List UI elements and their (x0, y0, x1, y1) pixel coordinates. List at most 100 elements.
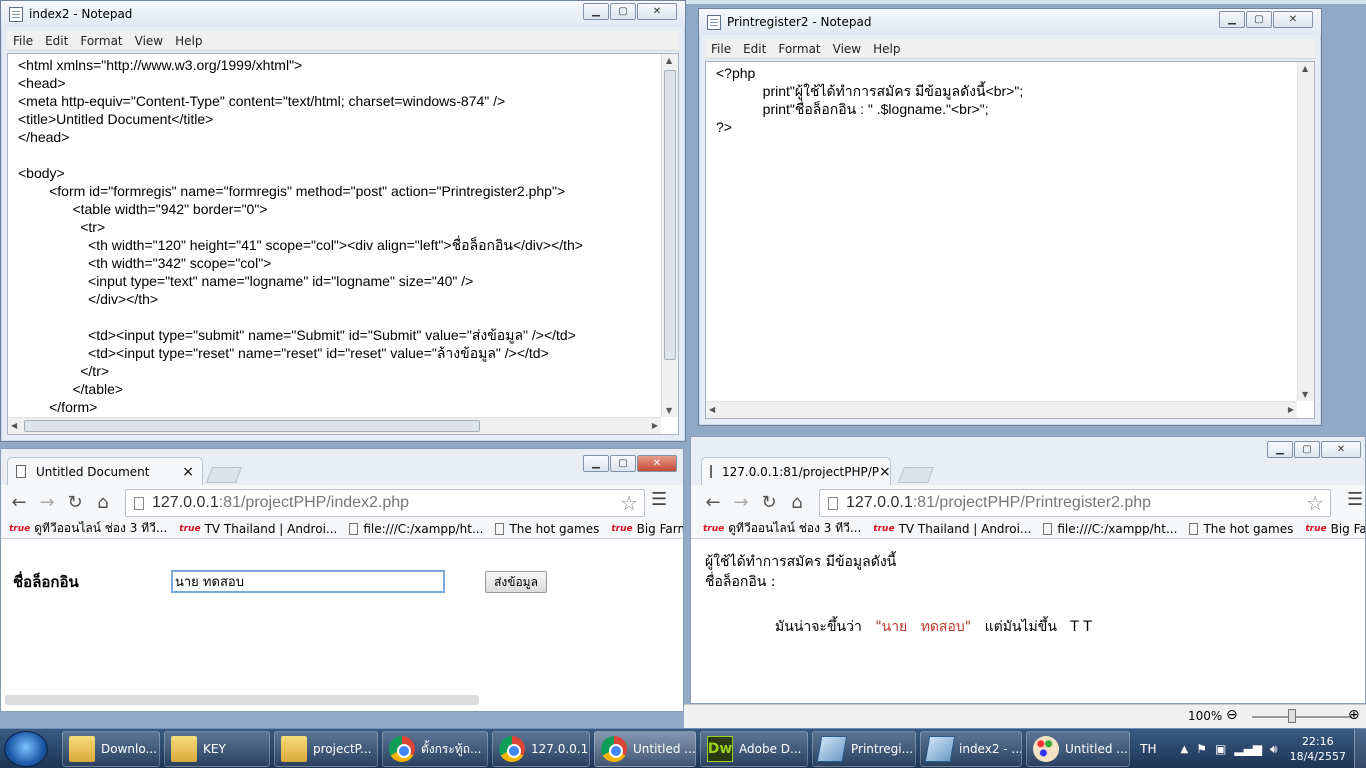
back-arrow-icon[interactable]: ← (699, 492, 727, 513)
scroll-left-icon[interactable]: ◀ (11, 421, 17, 430)
device-icon[interactable]: ▣ (1215, 742, 1226, 756)
bookmark-item[interactable]: trueBig Farm (1305, 522, 1365, 536)
close-button[interactable]: ✕ (637, 3, 677, 20)
close-button[interactable]: ✕ (1321, 441, 1361, 458)
scroll-right-icon[interactable]: ▶ (652, 421, 658, 430)
vertical-scrollbar[interactable]: ▲ ▼ (661, 54, 678, 417)
maximize-button[interactable]: ▢ (1246, 11, 1272, 28)
bookmark-item[interactable]: file:///C:/xampp/ht... (349, 522, 483, 536)
new-tab-button[interactable] (898, 467, 934, 483)
zoom-out-icon[interactable]: ⊖ (1226, 707, 1238, 723)
forward-arrow-icon[interactable]: → (33, 492, 61, 513)
address-bar[interactable]: 127.0.0.1:81/projectPHP/Printregister2.p… (819, 489, 1331, 517)
menu-file[interactable]: File (7, 34, 39, 48)
scroll-down-icon[interactable]: ▼ (666, 406, 672, 415)
taskbar-item[interactable]: Dw Adobe D... (700, 731, 808, 767)
reload-icon[interactable]: ↻ (61, 492, 89, 513)
text-editor-area[interactable]: <?php print"ผู้ใช้ได้ทำการสมัคร มีข้อมูล… (705, 61, 1315, 419)
bookmark-item[interactable]: true TV Thailand | Androi... (179, 522, 337, 536)
reload-icon[interactable]: ↻ (755, 492, 783, 513)
language-indicator[interactable]: TH (1140, 742, 1156, 756)
new-tab-button[interactable] (206, 467, 242, 483)
code-text[interactable]: <html xmlns="http://www.w3.org/1999/xhtm… (18, 56, 583, 416)
horizontal-scrollbar[interactable]: ◀ ▶ (706, 401, 1297, 418)
scroll-left-icon[interactable]: ◀ (709, 405, 715, 414)
maximize-button[interactable]: ▢ (610, 3, 636, 20)
volume-icon[interactable]: 🔊︎ (1270, 742, 1278, 757)
address-bar[interactable]: 127.0.0.1:81/projectPHP/index2.php ☆ (125, 489, 645, 517)
zoom-slider-handle[interactable] (1288, 709, 1296, 723)
bookmark-star-icon[interactable]: ☆ (620, 491, 638, 516)
menu-view[interactable]: View (827, 42, 867, 56)
tab-close-icon[interactable]: × (182, 464, 194, 480)
forward-arrow-icon[interactable]: → (727, 492, 755, 513)
clock[interactable]: 22:16 18/4/2557 (1290, 734, 1346, 764)
bookmark-star-icon[interactable]: ☆ (1306, 491, 1324, 516)
home-icon[interactable]: ⌂ (783, 492, 811, 513)
close-button[interactable]: ✕ (1273, 11, 1313, 28)
bookmark-item[interactable]: true ดูทีวีออนไลน์ ช่อง 3 ทีวี... (703, 519, 861, 538)
submit-button[interactable]: ส่งข้อมูล (485, 571, 547, 593)
taskbar-item[interactable]: projectP... (274, 731, 378, 767)
maximize-button[interactable]: ▢ (1294, 441, 1320, 458)
bookmark-item[interactable]: true TV Thailand | Androi... (873, 522, 1031, 536)
menu-format[interactable]: Format (74, 34, 128, 48)
scroll-thumb[interactable] (664, 70, 676, 360)
show-desktop-button[interactable] (1354, 729, 1366, 768)
menu-hamburger-icon[interactable]: ☰ (1347, 489, 1363, 510)
browser-tab[interactable]: Untitled Document × (7, 457, 203, 485)
minimize-button[interactable]: ▁ (1219, 11, 1245, 28)
zoom-slider[interactable] (1252, 716, 1352, 718)
browser-tab[interactable]: 127.0.0.1:81/projectPHP/P × (701, 457, 891, 485)
zoom-in-icon[interactable]: ⊕ (1348, 707, 1360, 723)
horizontal-scrollbar[interactable]: ◀ ▶ (8, 417, 661, 434)
scroll-up-icon[interactable]: ▲ (666, 56, 672, 65)
minimize-button[interactable]: ▁ (583, 455, 609, 472)
home-icon[interactable]: ⌂ (89, 492, 117, 513)
bookmark-item[interactable]: file:///C:/xampp/ht... (1043, 522, 1177, 536)
minimize-button[interactable]: ▁ (1267, 441, 1293, 458)
taskbar-item[interactable]: ตั้งกระทู้ถ... (382, 731, 488, 767)
browser-window-index2[interactable]: Untitled Document × ▁ ▢ ✕ ← → ↻ ⌂ 127.0.… (0, 448, 684, 712)
taskbar-item[interactable]: index2 - ... (920, 731, 1022, 767)
flag-icon[interactable]: ⚑ (1196, 742, 1207, 756)
logname-input[interactable] (171, 570, 445, 593)
menu-file[interactable]: File (705, 42, 737, 56)
taskbar-item[interactable]: Downlo... (62, 731, 160, 767)
bookmark-item[interactable]: The hot games (1189, 522, 1293, 536)
text-editor-area[interactable]: <html xmlns="http://www.w3.org/1999/xhtm… (7, 53, 679, 435)
hscroll-thumb[interactable] (24, 420, 480, 432)
minimize-button[interactable]: ▁ (583, 3, 609, 20)
network-icon[interactable]: ▂▄▆ (1234, 742, 1262, 756)
notepad-window-index2[interactable]: index2 - Notepad ▁ ▢ ✕ File Edit Format … (0, 0, 686, 442)
horizontal-scrollbar[interactable] (5, 695, 479, 705)
back-arrow-icon[interactable]: ← (5, 492, 33, 513)
menu-view[interactable]: View (129, 34, 169, 48)
taskbar-item[interactable]: Printregi... (812, 731, 916, 767)
taskbar-item[interactable]: Untitled ... (594, 731, 696, 767)
menu-edit[interactable]: Edit (737, 42, 772, 56)
code-text[interactable]: <?php print"ผู้ใช้ได้ทำการสมัคร มีข้อมูล… (716, 64, 1023, 136)
show-hidden-icons-icon[interactable]: ▲ (1181, 744, 1189, 755)
taskbar-item[interactable]: Untitled ... (1026, 731, 1130, 767)
menu-hamburger-icon[interactable]: ☰ (651, 489, 667, 510)
bookmark-item[interactable]: The hot games (495, 522, 599, 536)
scroll-right-icon[interactable]: ▶ (1288, 405, 1294, 414)
close-button[interactable]: ✕ (637, 455, 677, 472)
bookmark-item[interactable]: true ดูทีวีออนไลน์ ช่อง 3 ทีวี... (9, 519, 167, 538)
vertical-scrollbar[interactable]: ▲ ▼ (1297, 62, 1314, 401)
scroll-up-icon[interactable]: ▲ (1302, 64, 1308, 73)
scroll-down-icon[interactable]: ▼ (1302, 390, 1308, 399)
menu-format[interactable]: Format (772, 42, 826, 56)
menu-edit[interactable]: Edit (39, 34, 74, 48)
taskbar-item[interactable]: KEY (164, 731, 270, 767)
menu-help[interactable]: Help (169, 34, 208, 48)
menu-help[interactable]: Help (867, 42, 906, 56)
taskbar-item[interactable]: 127.0.0.1... (492, 731, 590, 767)
bookmark-item[interactable]: trueBig Farm (611, 522, 683, 536)
tab-close-icon[interactable]: × (879, 464, 891, 480)
notepad-window-printregister2[interactable]: Printregister2 - Notepad ▁ ▢ ✕ File Edit… (698, 8, 1322, 426)
start-button[interactable] (4, 731, 48, 767)
browser-window-printregister2[interactable]: 127.0.0.1:81/projectPHP/P × ▁ ▢ ✕ ← → ↻ … (690, 436, 1366, 704)
maximize-button[interactable]: ▢ (610, 455, 636, 472)
